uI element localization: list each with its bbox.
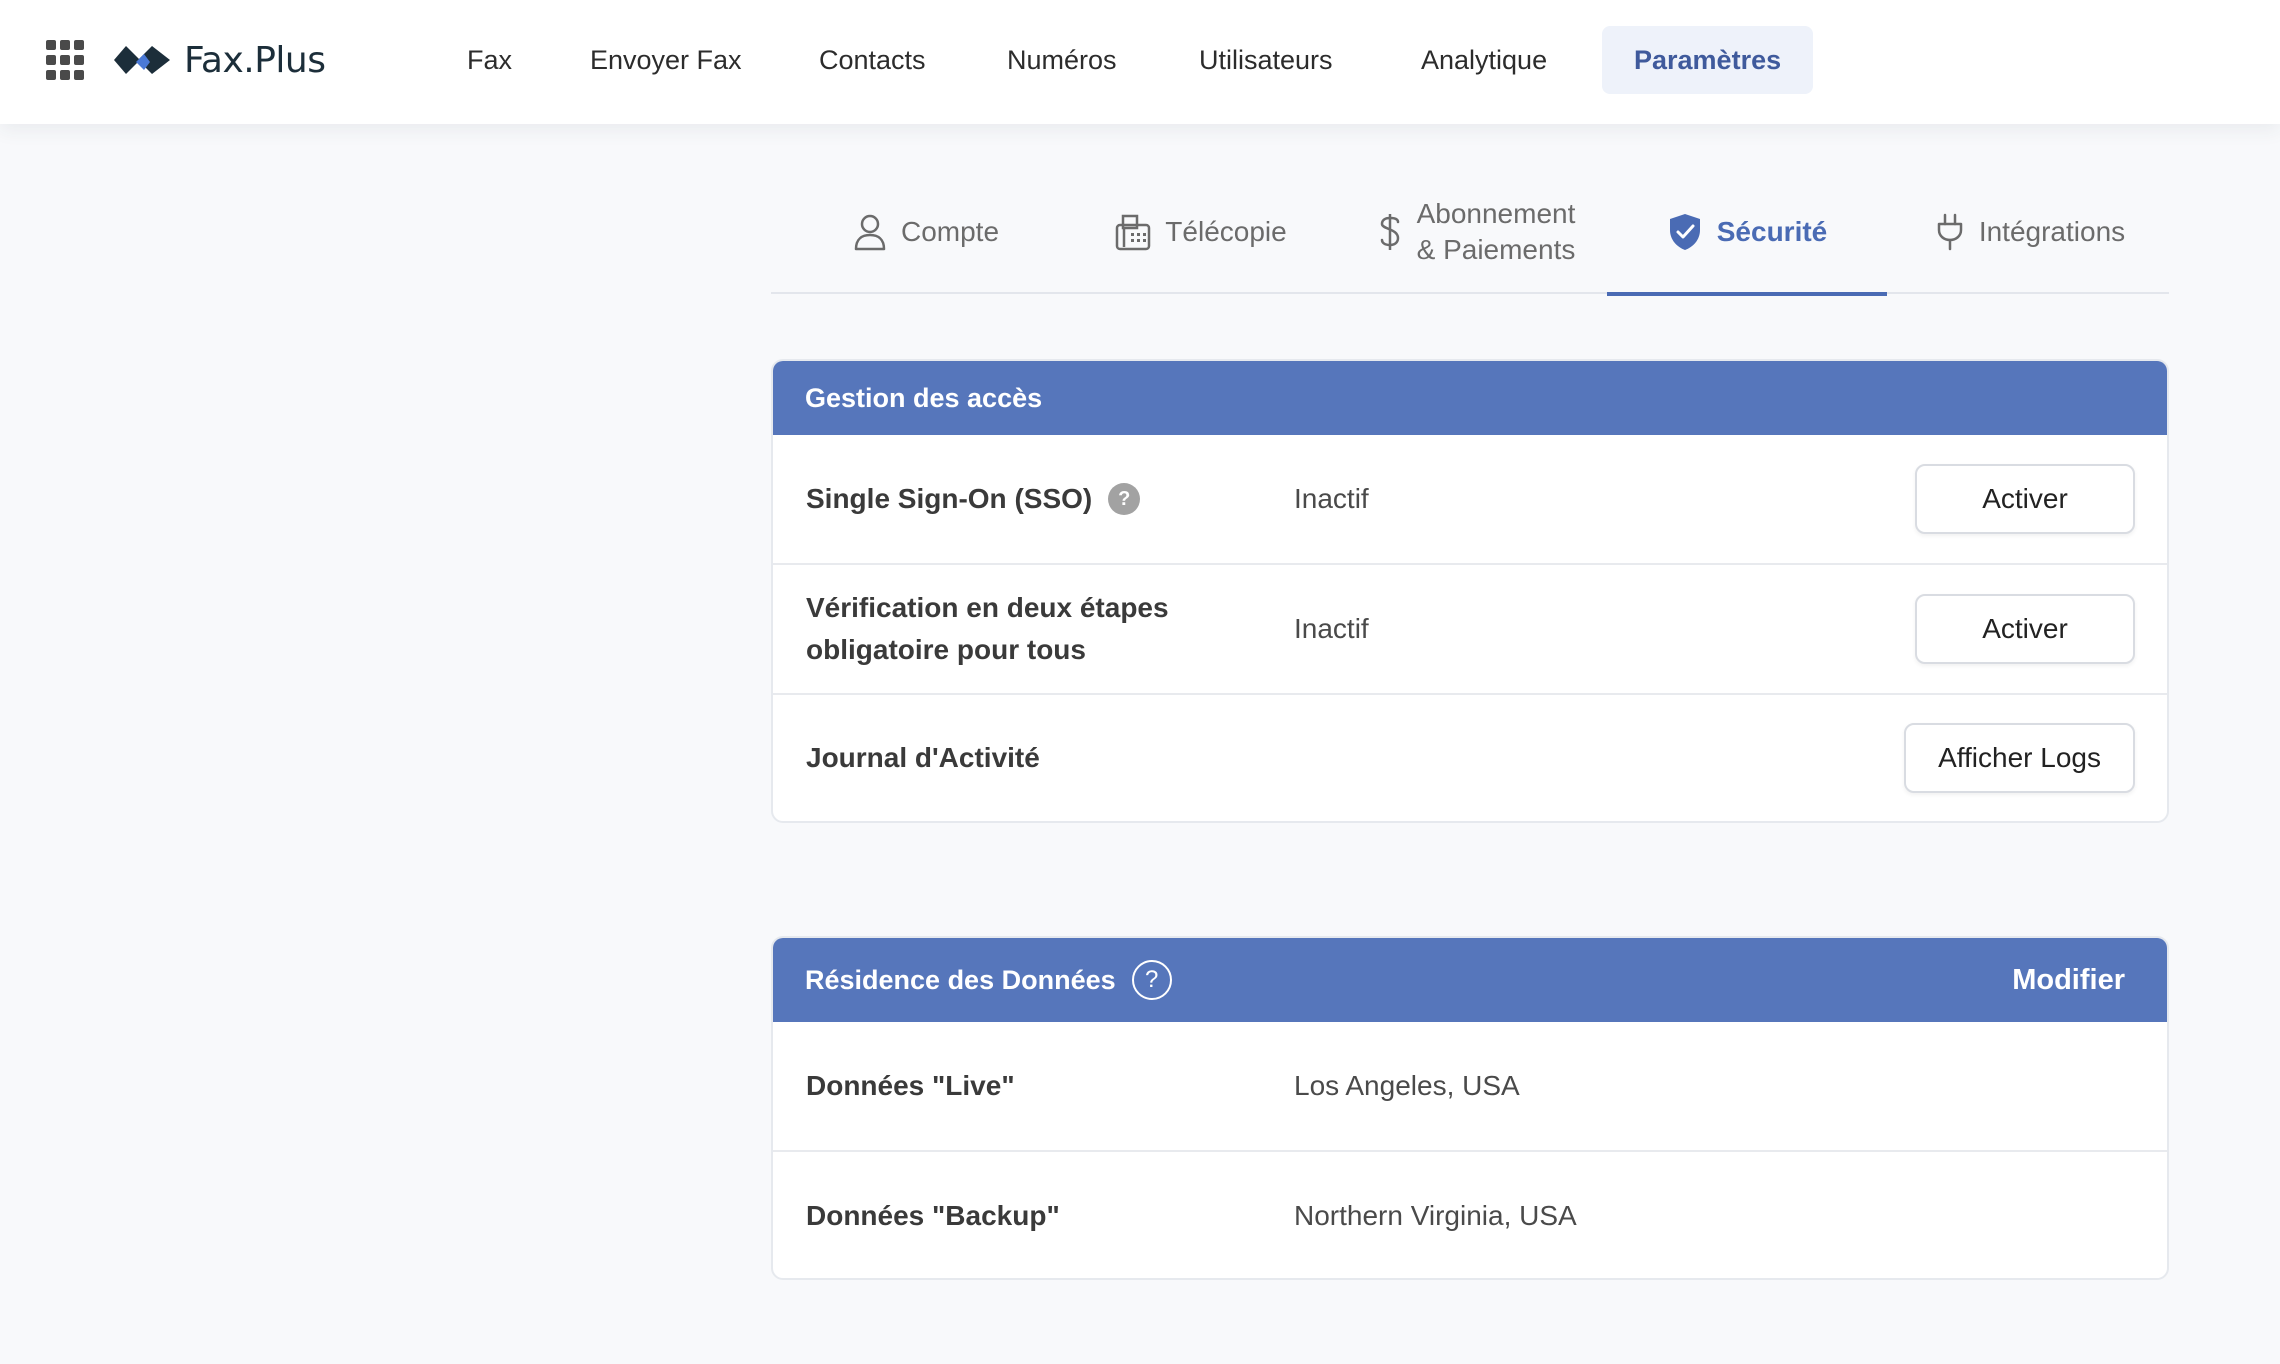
activity-log-label: Journal d'Activité: [806, 742, 1040, 773]
access-management-title: Gestion des accès: [805, 382, 1043, 413]
fax-plus-logo[interactable]: Fax.Plus: [112, 30, 326, 90]
live-data-location: Los Angeles, USA: [1294, 1070, 1520, 1101]
show-logs-button[interactable]: Afficher Logs: [1904, 723, 2135, 793]
tab-abonnement-label: Abonnement & Paiements: [1417, 196, 1576, 268]
tab-telecopie-label: Télécopie: [1165, 216, 1287, 247]
help-circle-icon[interactable]: ?: [1131, 960, 1172, 1000]
user-icon: [854, 214, 886, 251]
backup-data-label: Données "Backup": [806, 1200, 1060, 1231]
tab-abonnement-paiements[interactable]: Abonnement & Paiements: [1341, 170, 1611, 294]
access-row-two-factor: Vérification en deux étapes obligatoire …: [773, 563, 2167, 693]
help-icon[interactable]: ?: [1108, 483, 1141, 515]
access-row-sso: Single Sign-On (SSO) ? Inactif Activer: [773, 435, 2167, 563]
access-management-header: Gestion des accès: [773, 361, 2167, 435]
access-management-rows: Single Sign-On (SSO) ? Inactif Activer V…: [773, 435, 2167, 821]
fax-plus-logo-icon: [114, 46, 170, 74]
data-residency-header: Résidence des Données ? Modifier: [773, 938, 2167, 1022]
live-data-label: Données "Live": [806, 1070, 1015, 1101]
logo-text: Fax.Plus: [184, 39, 326, 81]
sso-label: Single Sign-On (SSO): [806, 483, 1093, 514]
activate-two-factor-button[interactable]: Activer: [1915, 594, 2135, 664]
access-row-activity-log: Journal d'Activité Afficher Logs: [773, 693, 2167, 821]
nav-item-fax[interactable]: Fax: [467, 26, 512, 94]
sso-status: Inactif: [1294, 483, 1369, 514]
activate-sso-button[interactable]: Activer: [1915, 464, 2135, 534]
nav-item-contacts[interactable]: Contacts: [819, 26, 926, 94]
shield-check-icon: [1669, 214, 1700, 250]
nav-item-analytique[interactable]: Analytique: [1421, 26, 1547, 94]
two-factor-status: Inactif: [1294, 613, 1369, 644]
plug-icon: [1937, 213, 1963, 251]
tab-integrations-label: Intégrations: [1978, 216, 2126, 247]
tab-telecopie[interactable]: Télécopie: [1066, 170, 1336, 294]
top-navigation-bar: Fax.Plus Fax Envoyer Fax Contacts Numéro…: [0, 0, 2280, 124]
grid-apps-icon[interactable]: [46, 40, 84, 80]
nav-item-utilisateurs[interactable]: Utilisateurs: [1199, 26, 1333, 94]
residency-row-backup: Données "Backup" Northern Virginia, USA: [773, 1150, 2167, 1278]
tab-securite-label: Sécurité: [1716, 216, 1828, 247]
tab-securite[interactable]: Sécurité: [1607, 170, 1887, 296]
dollar-icon: [1380, 214, 1399, 250]
settings-tabs: Compte Télécopie Abonnement & Paiements: [771, 170, 2169, 296]
modify-button[interactable]: Modifier: [2012, 964, 2135, 997]
backup-data-location: Northern Virginia, USA: [1294, 1200, 1577, 1231]
access-management-card: Gestion des accès Single Sign-On (SSO) ?…: [771, 359, 2169, 823]
data-residency-rows: Données "Live" Los Angeles, USA Données …: [773, 1022, 2167, 1278]
data-residency-card: Résidence des Données ? Modifier Données…: [771, 936, 2169, 1280]
tab-abonnement-label-line2: & Paiements: [1416, 234, 1576, 265]
tab-integrations[interactable]: Intégrations: [1891, 170, 2169, 294]
tab-abonnement-label-line1: Abonnement: [1416, 198, 1576, 229]
tab-compte-label: Compte: [900, 216, 1000, 247]
nav-item-envoyer-fax[interactable]: Envoyer Fax: [590, 26, 742, 94]
access-row-label: Single Sign-On (SSO) ?: [806, 478, 1141, 520]
tab-compte[interactable]: Compte: [791, 170, 1061, 294]
two-factor-label: Vérification en deux étapes obligatoire …: [806, 592, 1169, 665]
data-residency-title: Résidence des Données: [805, 964, 1116, 995]
nav-item-parametres[interactable]: Paramètres: [1602, 26, 1814, 94]
residency-row-live: Données "Live" Los Angeles, USA: [773, 1022, 2167, 1150]
fax-machine-icon: [1116, 214, 1151, 251]
nav-item-numeros[interactable]: Numéros: [1007, 26, 1117, 94]
